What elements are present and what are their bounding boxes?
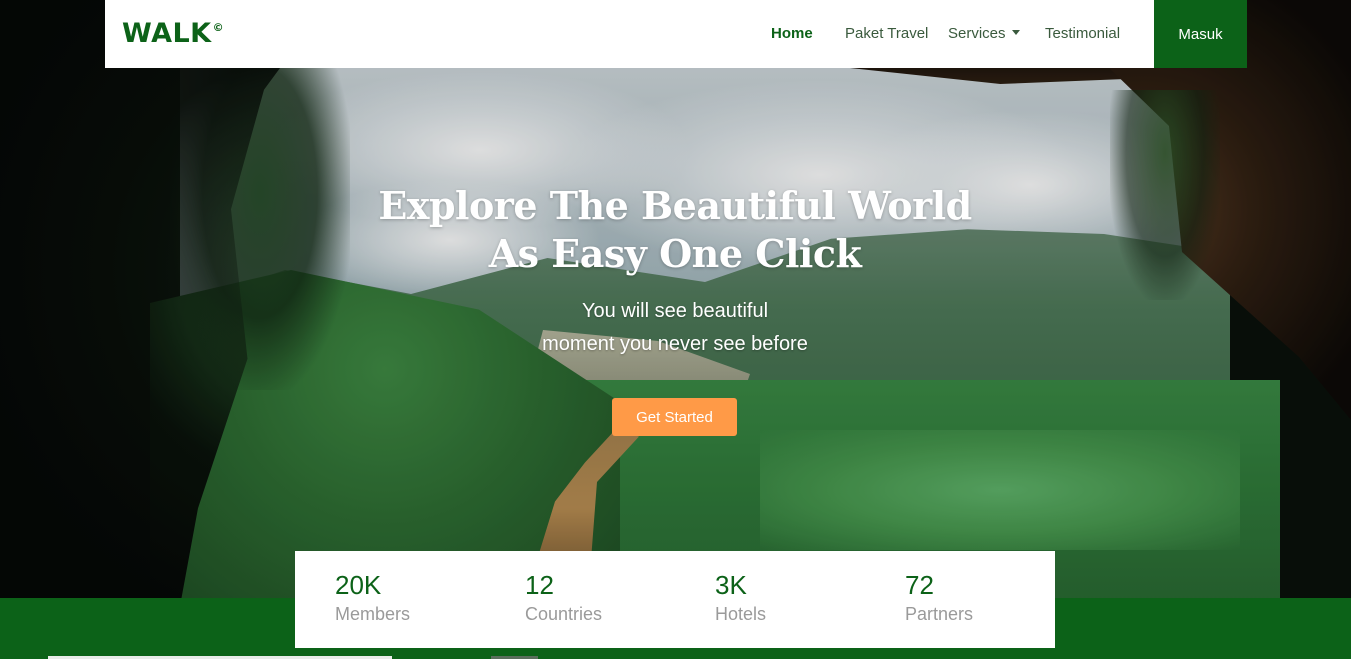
stat-partners: 72 Partners <box>905 569 1085 627</box>
navbar: WALK© Home Paket Travel Services Testimo… <box>105 0 1247 68</box>
hero-title: Explore The Beautiful World As Easy One … <box>300 182 1050 278</box>
stat-label: Countries <box>525 604 603 624</box>
stat-countries: 12 Countries <box>525 569 705 627</box>
stat-label: Members <box>335 604 411 624</box>
hero-subtitle-line1: You will see beautiful <box>581 300 769 322</box>
nav-home[interactable]: Home <box>771 24 813 44</box>
brand-name: WALK <box>122 18 212 49</box>
stat-members: 20K Members <box>335 569 515 627</box>
hero-subtitle: You will see beautiful moment you never … <box>400 295 950 361</box>
stat-hotels: 3K Hotels <box>715 569 895 627</box>
nav-services-dropdown[interactable]: Services <box>948 24 1020 44</box>
stat-value: 72 <box>905 570 934 600</box>
stat-value: 3K <box>715 570 747 600</box>
nav-testimonial[interactable]: Testimonial <box>1045 24 1120 44</box>
nav-services-label: Services <box>948 25 1006 42</box>
hero-title-line2: As Easy One Click <box>488 231 862 276</box>
hero-subtitle-line2: moment you never see before <box>542 333 808 355</box>
stat-value: 12 <box>525 570 554 600</box>
stats-card: 20K Members 12 Countries 3K Hotels 72 Pa… <box>295 551 1055 648</box>
stat-label: Partners <box>905 604 974 624</box>
get-started-button[interactable]: Get Started <box>612 398 737 436</box>
hero-title-line1: Explore The Beautiful World <box>378 183 972 228</box>
nav-paket-travel[interactable]: Paket Travel <box>845 24 928 44</box>
stat-label: Hotels <box>715 604 767 624</box>
caret-down-icon <box>1011 30 1020 35</box>
brand-mark: © <box>212 21 225 34</box>
brand-logo[interactable]: WALK© <box>122 19 224 54</box>
stat-value: 20K <box>335 570 382 600</box>
login-button[interactable]: Masuk <box>1154 0 1247 68</box>
